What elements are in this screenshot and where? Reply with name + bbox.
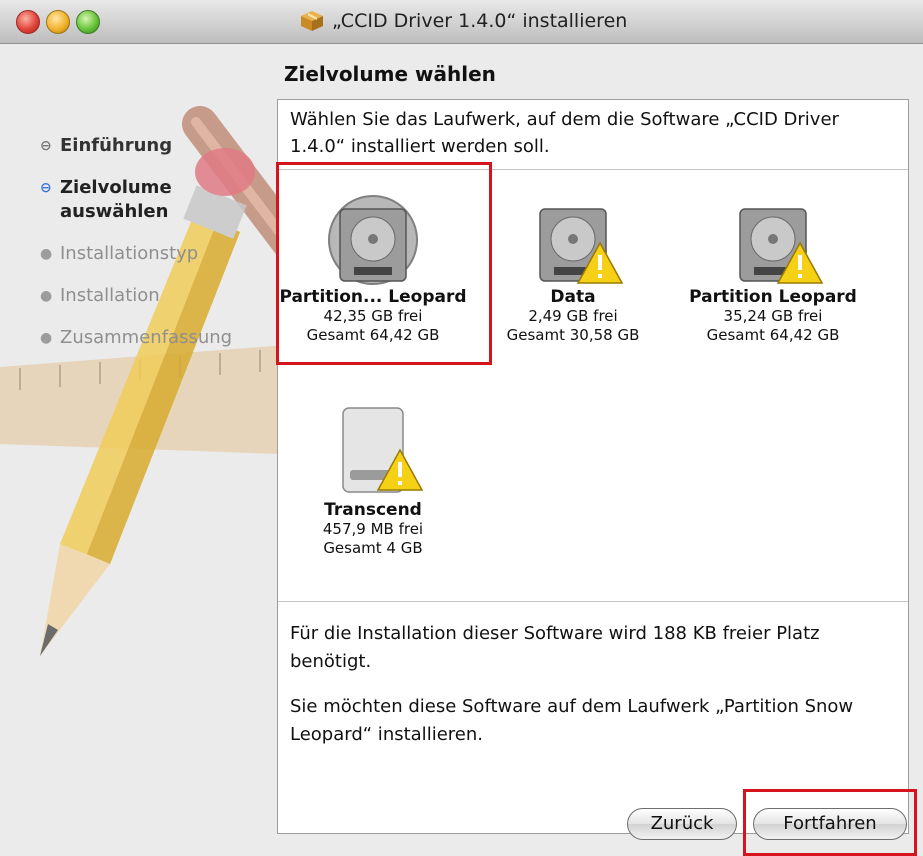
hard-drive-icon	[739, 208, 824, 284]
installer-content: ⊖ Einführung ⊖ Zielvolume auswählen ● In…	[0, 44, 923, 856]
volume-partition-leopard[interactable]: Partition Leopard 35,24 GB frei Gesamt 6…	[678, 195, 868, 345]
step-label: Zielvolume auswählen	[60, 177, 172, 222]
volume-total: Gesamt 4 GB	[323, 539, 423, 557]
close-button[interactable]	[16, 10, 40, 34]
step-label: Einführung	[60, 135, 173, 156]
step-label: Zusammenfassung	[60, 327, 233, 348]
volume-total: Gesamt 64,42 GB	[706, 326, 840, 344]
step-installation: ● Installation	[40, 284, 280, 308]
back-button[interactable]: Zurück	[627, 808, 737, 840]
page-title: Zielvolume wählen	[284, 62, 496, 86]
volume-free: 35,24 GB frei	[723, 307, 823, 325]
installer-steps: ⊖ Einführung ⊖ Zielvolume auswählen ● In…	[40, 134, 280, 368]
volume-name: Data	[550, 287, 596, 307]
package-icon	[301, 11, 323, 31]
info-text: Für die Installation dieser Software wir…	[290, 620, 890, 766]
title-bar: „CCID Driver 1.4.0“ installieren	[0, 0, 923, 44]
volume-data[interactable]: Data 2,49 GB frei Gesamt 30,58 GB	[478, 195, 668, 345]
required-space-text: Für die Installation dieser Software wir…	[290, 623, 820, 672]
zoom-button[interactable]	[76, 10, 100, 34]
step-pending-icon: ●	[40, 246, 53, 262]
selected-volume-highlight	[276, 162, 492, 365]
step-introduction: ⊖ Einführung	[40, 134, 280, 158]
step-label: Installation	[60, 285, 160, 306]
step-label: Installationstyp	[60, 243, 199, 264]
volume-transcend[interactable]: Transcend 457,9 MB frei Gesamt 4 GB	[278, 398, 468, 558]
divider	[278, 601, 908, 602]
step-installation-type: ● Installationstyp	[40, 242, 280, 266]
step-current-icon: ⊖	[40, 180, 52, 196]
step-pending-icon: ●	[40, 288, 53, 304]
minimize-button[interactable]	[46, 10, 70, 34]
step-summary: ● Zusammenfassung	[40, 326, 280, 350]
intro-text: Wählen Sie das Laufwerk, auf dem die Sof…	[290, 109, 839, 157]
continue-button-highlight	[743, 789, 917, 856]
window-title: „CCID Driver 1.4.0“ installieren	[332, 10, 628, 32]
target-volume-text: Sie möchten diese Software auf dem Laufw…	[290, 696, 854, 745]
window-title-group: „CCID Driver 1.4.0“ installieren	[300, 10, 627, 32]
volume-name: Transcend	[324, 500, 422, 520]
volume-free: 457,9 MB frei	[322, 520, 424, 538]
hard-drive-icon	[539, 208, 624, 284]
step-select-destination: ⊖ Zielvolume auswählen	[40, 176, 280, 224]
external-drive-icon	[342, 407, 424, 493]
step-pending-icon: ●	[40, 330, 53, 346]
step-done-icon: ⊖	[40, 138, 52, 154]
volume-free: 2,49 GB frei	[528, 307, 618, 325]
volume-name: Partition Leopard	[689, 287, 857, 307]
volume-total: Gesamt 30,58 GB	[506, 326, 640, 344]
